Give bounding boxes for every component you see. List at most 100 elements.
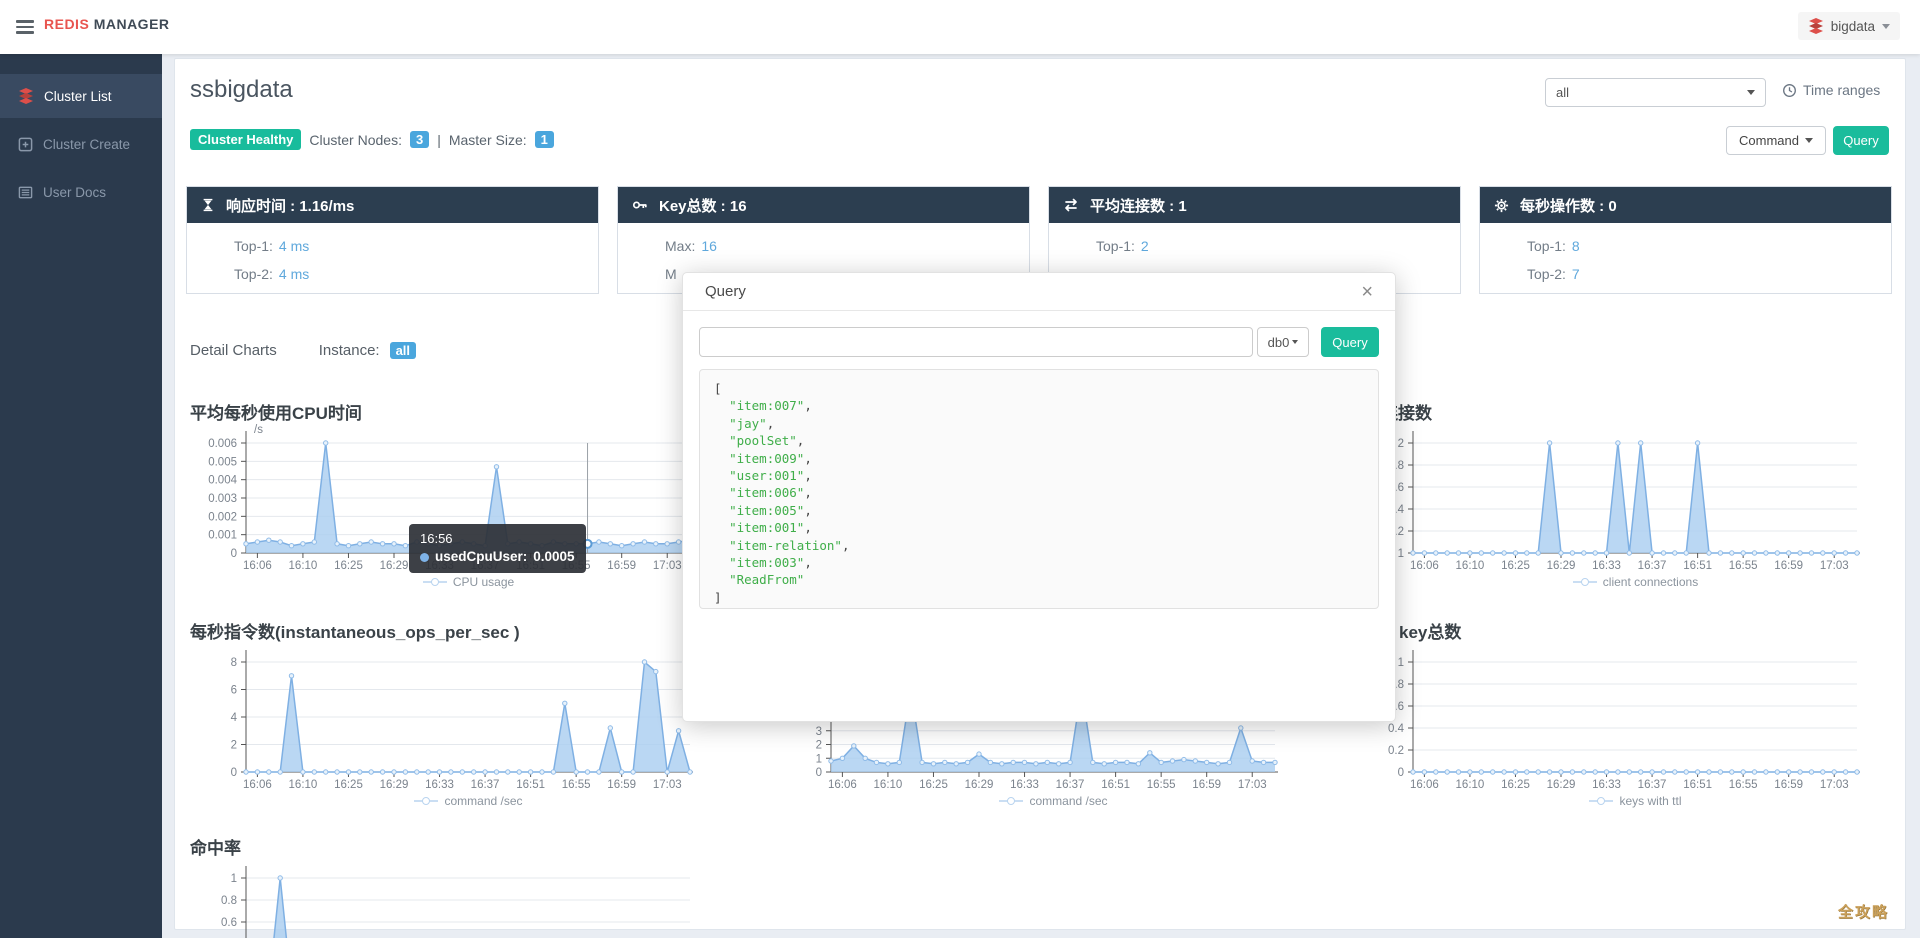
stat-row-label: Top-1:: [234, 238, 273, 254]
query-button[interactable]: Query: [1833, 126, 1889, 155]
time-ranges-button[interactable]: Time ranges: [1782, 82, 1880, 98]
svg-text:2: 2: [231, 740, 237, 752]
svg-text:17:03: 17:03: [1238, 779, 1267, 791]
svg-text:8: 8: [231, 657, 237, 669]
stat-row-value: 4 ms: [278, 266, 310, 282]
svg-text:0: 0: [231, 548, 237, 560]
svg-text:16:59: 16:59: [1774, 560, 1803, 572]
ops-chart-legend[interactable]: command /sec: [246, 794, 690, 808]
cpu-chart-title: 平均每秒使用CPU时间: [190, 404, 362, 423]
svg-text:17:03: 17:03: [1820, 560, 1849, 572]
svg-text:2: 2: [1398, 438, 1404, 450]
svg-text:/s: /s: [254, 424, 263, 436]
hourglass-icon: [203, 198, 213, 212]
gear-icon: [1494, 198, 1509, 212]
svg-text:16:51: 16:51: [1683, 779, 1712, 791]
key-icon: [632, 201, 647, 209]
stat-row-label: M: [665, 266, 677, 282]
sidebar-item-label: Cluster List: [44, 88, 112, 104]
svg-text:6: 6: [231, 685, 237, 697]
db-select[interactable]: db0: [1257, 327, 1309, 357]
stat-row-value: 8: [1571, 238, 1580, 254]
svg-text:0: 0: [816, 767, 822, 779]
query-result-box: [ "item:007", "jay", "poolSet", "item:00…: [699, 369, 1379, 609]
command-dropdown-button[interactable]: Command: [1726, 126, 1826, 155]
sidebar-item-cluster-create[interactable]: Cluster Create: [0, 122, 162, 166]
svg-text:17:03: 17:03: [653, 560, 682, 572]
svg-text:16:33: 16:33: [1592, 779, 1621, 791]
close-icon[interactable]: ×: [1361, 282, 1373, 302]
svg-text:2: 2: [816, 740, 822, 752]
connections-chart-legend[interactable]: client connections: [1413, 575, 1857, 589]
stat-card-header: Key总数 : 16: [618, 187, 1029, 223]
mid-chart-legend[interactable]: command /sec: [831, 794, 1275, 808]
svg-text:16:10: 16:10: [1456, 779, 1485, 791]
docs-list-icon: [18, 186, 33, 198]
sidebar-item-cluster-list[interactable]: Cluster List: [0, 74, 162, 118]
detail-charts-label: Detail Charts: [190, 342, 277, 359]
chevron-down-icon: [1804, 138, 1813, 143]
svg-text:16:06: 16:06: [1410, 779, 1439, 791]
svg-text:16:10: 16:10: [1456, 560, 1485, 572]
detail-charts-header: Detail Charts Instance: all: [190, 342, 417, 359]
svg-text:17:03: 17:03: [653, 779, 682, 791]
svg-text:3: 3: [816, 726, 822, 738]
svg-text:16:29: 16:29: [380, 779, 409, 791]
ops-chart[interactable]: 每秒指令数(instantaneous_ops_per_sec ) 0 2 4 6 8 16…: [190, 612, 710, 817]
svg-text:16:55: 16:55: [1729, 779, 1758, 791]
query-result-json: [ "item:007", "jay", "poolSet", "item:00…: [714, 381, 850, 605]
chevron-down-icon: [1747, 90, 1755, 95]
keysttl-chart[interactable]: key总数 0 0.2 0.4 0.6 0.8 1 16:06 16:10 16:25 16:29 1…: [1357, 612, 1877, 817]
stat-row-label: Max:: [665, 238, 696, 254]
svg-text:0.4: 0.4: [1388, 723, 1405, 735]
stat-card-header: 响应时间 : 1.16/ms: [187, 187, 598, 223]
svg-text:16:51: 16:51: [1683, 560, 1712, 572]
instance-badge: all: [389, 342, 417, 359]
svg-text:16:25: 16:25: [1501, 779, 1530, 791]
stat-row-label: Top-1:: [1096, 238, 1135, 254]
keysttl-chart-title: key总数: [1399, 623, 1462, 642]
svg-text:16:10: 16:10: [289, 779, 318, 791]
svg-text:16:37: 16:37: [471, 779, 500, 791]
connections-chart[interactable]: 连接数 1 1.2 1.4 1.6 1.8 2 16:06 16:10 16:25 16:29 16:…: [1357, 393, 1877, 598]
sidebar-item-user-docs[interactable]: User Docs: [0, 170, 162, 214]
hitrate-chart[interactable]: 命中率00.20.40.60.8116:0616:1016:2516:2916:…: [190, 828, 710, 938]
svg-text:1: 1: [1398, 548, 1404, 560]
cpu-chart-legend[interactable]: CPU usage: [246, 575, 690, 589]
modal-query-button[interactable]: Query: [1321, 327, 1379, 357]
svg-text:0.004: 0.004: [208, 475, 237, 487]
instance-label: Instance:: [318, 342, 380, 359]
svg-text:16:29: 16:29: [1547, 560, 1576, 572]
svg-text:16:06: 16:06: [243, 779, 272, 791]
user-menu-button[interactable]: bigdata: [1797, 12, 1900, 40]
watermark: 全攻略: [1838, 904, 1890, 921]
svg-text:16:29: 16:29: [380, 560, 409, 572]
svg-text:16:37: 16:37: [1638, 779, 1667, 791]
instance-select-value: all: [1556, 85, 1570, 100]
svg-text:0: 0: [1398, 767, 1404, 779]
stat-card-ops-per-sec: 每秒操作数 : 0 Top-1: 8 Top-2: 7: [1479, 186, 1892, 294]
brand-redis: REDIS: [44, 16, 90, 32]
svg-text:0.006: 0.006: [208, 438, 237, 450]
hamburger-menu-icon[interactable]: [16, 20, 34, 34]
keysttl-chart-legend[interactable]: keys with ttl: [1413, 794, 1857, 808]
stat-row-label: Top-2:: [1527, 266, 1566, 282]
query-input[interactable]: [699, 327, 1253, 357]
stat-row-value: 2: [1140, 238, 1149, 254]
stat-card-header: 每秒操作数 : 0: [1480, 187, 1891, 223]
svg-text:16:55: 16:55: [562, 779, 591, 791]
master-size-badge: 1: [534, 131, 554, 148]
svg-text:16:59: 16:59: [1192, 779, 1221, 791]
svg-text:16:59: 16:59: [1774, 779, 1803, 791]
sidebar: Cluster List Cluster Create User Docs: [0, 54, 162, 938]
svg-text:0.002: 0.002: [208, 511, 237, 523]
chart-hover-tooltip: 16:56 usedCpuUser: 0.0005: [409, 524, 586, 573]
query-modal-header: Query ×: [683, 273, 1395, 311]
svg-text:0.001: 0.001: [208, 530, 237, 542]
instance-select[interactable]: all: [1545, 78, 1766, 107]
cluster-status-row: Cluster Healthy Cluster Nodes: 3 | Maste…: [190, 129, 554, 150]
time-ranges-label: Time ranges: [1803, 82, 1881, 98]
svg-text:16:10: 16:10: [874, 779, 903, 791]
svg-text:16:10: 16:10: [289, 560, 318, 572]
query-input-group: db0 Query: [699, 327, 1379, 357]
